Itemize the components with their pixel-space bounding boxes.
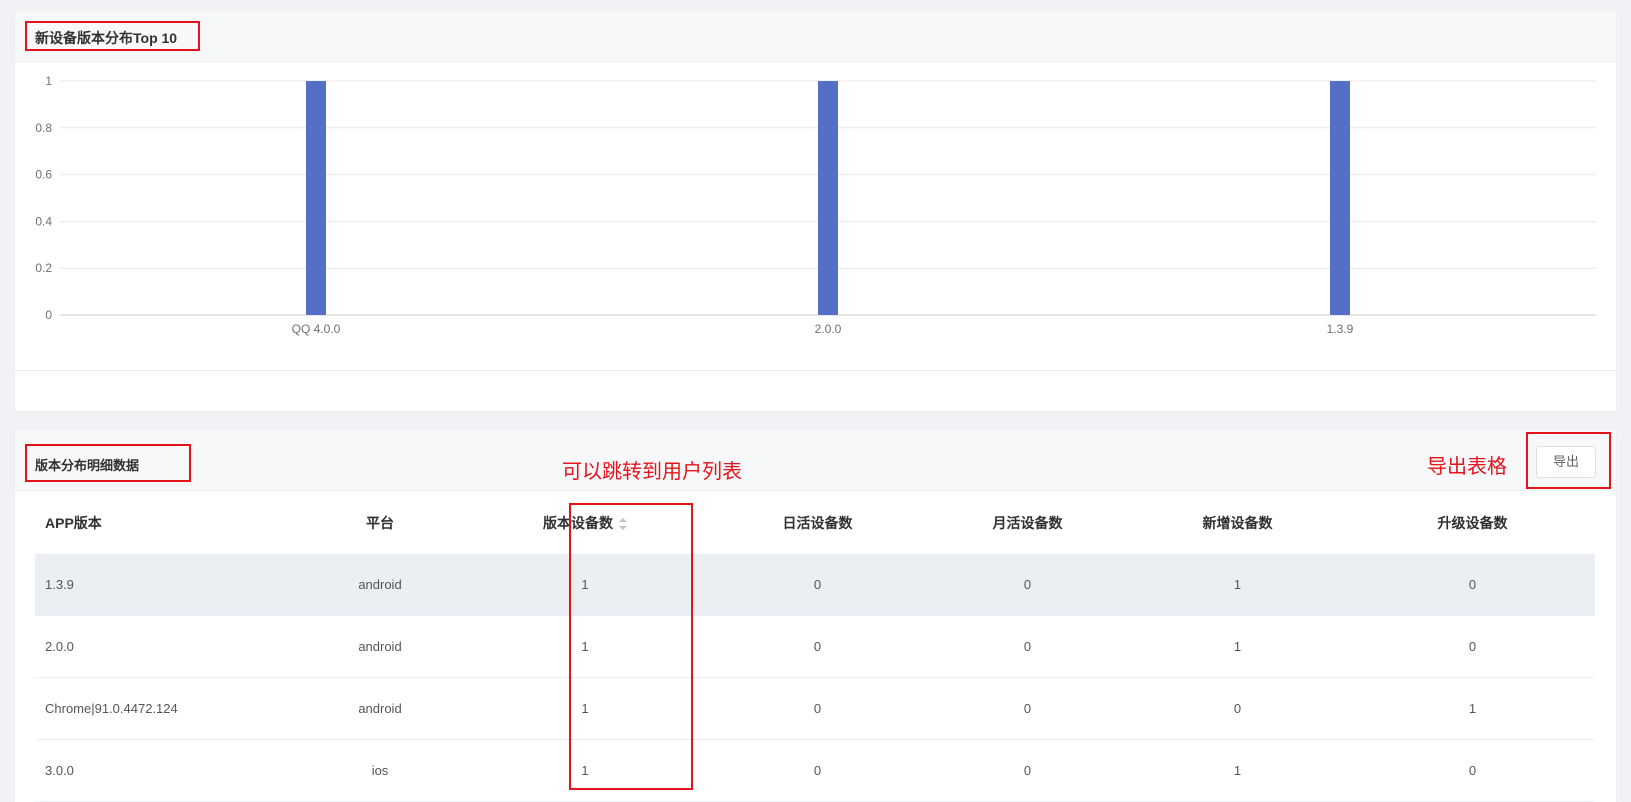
chart-x-tick-label: 1.3.9 bbox=[1327, 322, 1354, 336]
chart-y-tick-label: 0.4 bbox=[35, 214, 52, 228]
cell-daily-active: 0 bbox=[705, 739, 930, 802]
col-header-monthly-active: 月活设备数 bbox=[930, 492, 1125, 554]
chart-bar bbox=[818, 81, 838, 315]
cell-version-devices[interactable]: 1 bbox=[465, 677, 705, 740]
col-header-new-devices: 新增设备数 bbox=[1125, 492, 1350, 554]
version-detail-table: APP版本 平台 版本设备数 日活设备数 月活设备数 新增设备数 升级设备数 1… bbox=[35, 492, 1595, 802]
table-row[interactable]: 2.0.0 android 1 0 0 1 0 bbox=[35, 615, 1595, 678]
cell-upgraded-devices: 0 bbox=[1350, 615, 1595, 678]
cell-platform: android bbox=[295, 677, 465, 740]
chart-y-tick-label: 0.6 bbox=[35, 168, 52, 182]
chart-y-tick-label: 1 bbox=[45, 74, 52, 88]
cell-daily-active: 0 bbox=[705, 615, 930, 678]
chart-bar bbox=[1330, 81, 1350, 315]
col-header-version-devices[interactable]: 版本设备数 bbox=[465, 492, 705, 554]
table-row[interactable]: 3.0.0 ios 1 0 0 1 0 bbox=[35, 739, 1595, 802]
cell-platform: android bbox=[295, 554, 465, 616]
col-header-version-devices-label: 版本设备数 bbox=[543, 515, 613, 531]
table-row[interactable]: Chrome|91.0.4472.124 android 1 0 0 0 1 bbox=[35, 677, 1595, 740]
cell-monthly-active: 0 bbox=[930, 739, 1125, 802]
col-header-upgraded-devices: 升级设备数 bbox=[1350, 492, 1595, 554]
cell-platform: android bbox=[295, 615, 465, 678]
cell-app-version: 1.3.9 bbox=[35, 554, 295, 616]
version-detail-table-wrap: APP版本 平台 版本设备数 日活设备数 月活设备数 新增设备数 升级设备数 1… bbox=[35, 492, 1595, 802]
chart-y-tick-label: 0.2 bbox=[35, 261, 52, 275]
cell-platform: ios bbox=[295, 739, 465, 802]
cell-monthly-active: 0 bbox=[930, 677, 1125, 740]
chart-y-tick-label: 0.8 bbox=[35, 121, 52, 135]
version-bar-chart: 0 0.2 0.4 0.6 0.8 1 QQ 4.0.0 2.0.0 1.3.9 bbox=[35, 74, 1596, 336]
export-table-note: 导出表格 bbox=[1427, 456, 1507, 478]
cell-app-version: Chrome|91.0.4472.124 bbox=[35, 677, 295, 740]
cell-version-devices[interactable]: 1 bbox=[465, 739, 705, 802]
cell-monthly-active: 0 bbox=[930, 615, 1125, 678]
table-card-header bbox=[15, 430, 1616, 491]
chart-x-tick-label: QQ 4.0.0 bbox=[292, 322, 341, 336]
export-button[interactable]: 导出 bbox=[1536, 446, 1596, 478]
jump-to-user-list-note: 可以跳转到用户列表 bbox=[562, 461, 742, 483]
chart-bar bbox=[306, 81, 326, 315]
cell-upgraded-devices: 0 bbox=[1350, 739, 1595, 802]
col-header-daily-active: 日活设备数 bbox=[705, 492, 930, 554]
table-header-row: APP版本 平台 版本设备数 日活设备数 月活设备数 新增设备数 升级设备数 bbox=[35, 492, 1595, 554]
cell-new-devices: 1 bbox=[1125, 554, 1350, 616]
cell-version-devices[interactable]: 1 bbox=[465, 554, 705, 616]
cell-daily-active: 0 bbox=[705, 677, 930, 740]
table-title: 版本分布明细数据 bbox=[35, 458, 140, 473]
cell-app-version: 2.0.0 bbox=[35, 615, 295, 678]
cell-new-devices: 1 bbox=[1125, 615, 1350, 678]
cell-new-devices: 0 bbox=[1125, 677, 1350, 740]
table-row[interactable]: 1.3.9 android 1 0 0 1 0 bbox=[35, 554, 1595, 616]
col-header-app-version: APP版本 bbox=[35, 492, 295, 554]
col-header-platform: 平台 bbox=[295, 492, 465, 554]
cell-version-devices[interactable]: 1 bbox=[465, 615, 705, 678]
chart-x-tick-label: 2.0.0 bbox=[815, 322, 842, 336]
cell-upgraded-devices: 0 bbox=[1350, 554, 1595, 616]
cell-app-version: 3.0.0 bbox=[35, 739, 295, 802]
cell-upgraded-devices: 1 bbox=[1350, 677, 1595, 740]
cell-daily-active: 0 bbox=[705, 554, 930, 616]
cell-monthly-active: 0 bbox=[930, 554, 1125, 616]
chart-y-tick-label: 0 bbox=[45, 308, 52, 322]
sort-icon[interactable] bbox=[619, 518, 627, 531]
cell-new-devices: 1 bbox=[1125, 739, 1350, 802]
